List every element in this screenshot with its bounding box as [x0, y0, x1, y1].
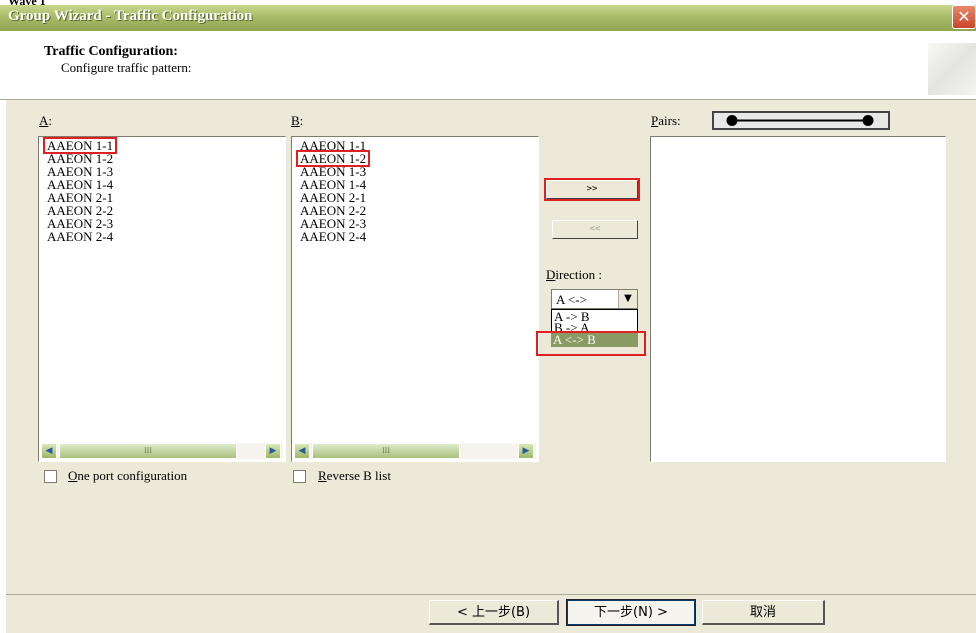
- one-port-configuration-label[interactable]: One port configuration: [68, 468, 187, 484]
- remove-pair-button[interactable]: <<: [552, 220, 638, 239]
- reverse-b-list-label[interactable]: Reverse B list: [318, 468, 391, 484]
- pairs-label-rest: airs:: [658, 113, 681, 128]
- list-a-label: A:: [39, 113, 52, 129]
- list-a-hscrollbar[interactable]: ◀ III ▶: [41, 443, 283, 459]
- dropdown-arrow-icon[interactable]: ▼: [618, 290, 637, 308]
- wizard-header: Traffic Configuration: Configure traffic…: [0, 31, 976, 100]
- list-a-label-rest: :: [48, 113, 53, 128]
- list-b[interactable]: AAEON 1-1 AAEON 1-2 AAEON 1-3 AAEON 1-4 …: [291, 136, 539, 462]
- reverse-b-list-checkbox[interactable]: [293, 470, 306, 483]
- direction-option: A <-> B: [553, 332, 596, 347]
- scroll-thumb[interactable]: III: [312, 443, 460, 459]
- pairs-label: Pairs:: [651, 113, 681, 129]
- close-icon: ✕: [957, 7, 971, 26]
- pair-link-icon: [712, 111, 890, 130]
- header-graphic: [928, 43, 976, 95]
- wizard-body: A: AAEON 1-1 AAEON 1-2 AAEON 1-3 AAEON 1…: [6, 100, 976, 594]
- list-b-label-rest: :: [299, 113, 304, 128]
- one-port-configuration-checkbox[interactable]: [44, 470, 57, 483]
- next-button[interactable]: 下一步(N) >: [566, 599, 696, 626]
- direction-label-key: D: [546, 267, 556, 282]
- list-a[interactable]: AAEON 1-1 AAEON 1-2 AAEON 1-3 AAEON 1-4 …: [38, 136, 286, 462]
- title-bar: Group Wizard - Traffic Configuration ✕: [0, 5, 976, 31]
- list-b-label-key: B: [291, 113, 300, 128]
- header-subtitle: Configure traffic pattern:: [61, 60, 192, 75]
- pairs-list[interactable]: [650, 136, 946, 462]
- add-pair-button[interactable]: >>: [544, 178, 640, 201]
- header-title: Traffic Configuration:: [44, 44, 178, 59]
- direction-label-rest: irection :: [555, 267, 602, 282]
- scroll-right-icon[interactable]: ▶: [518, 443, 534, 459]
- back-button[interactable]: < 上一步(B): [429, 600, 559, 625]
- list-item[interactable]: AAEON 2-4: [298, 230, 368, 243]
- one-port-key: O: [68, 468, 78, 483]
- cancel-button[interactable]: 取消: [702, 600, 825, 625]
- direction-select[interactable]: A <-> ▼: [551, 289, 638, 309]
- scroll-thumb[interactable]: III: [59, 443, 237, 459]
- scroll-right-icon[interactable]: ▶: [265, 443, 281, 459]
- list-b-label: B:: [291, 113, 303, 129]
- close-button[interactable]: ✕: [952, 5, 976, 29]
- reverse-key: R: [318, 468, 327, 483]
- direction-selected-value: A <->: [556, 292, 587, 307]
- window-title: Group Wizard - Traffic Configuration: [8, 8, 253, 24]
- direction-label: Direction :: [546, 267, 602, 283]
- list-a-label-key: A: [39, 113, 49, 128]
- reverse-rest: everse B list: [326, 468, 391, 483]
- scroll-left-icon[interactable]: ◀: [294, 443, 310, 459]
- scroll-left-icon[interactable]: ◀: [41, 443, 57, 459]
- one-port-rest: ne port configuration: [77, 468, 188, 483]
- list-item[interactable]: AAEON 2-4: [45, 230, 115, 243]
- direction-option-selected[interactable]: A <-> B: [536, 331, 646, 356]
- list-b-hscrollbar[interactable]: ◀ III ▶: [294, 443, 536, 459]
